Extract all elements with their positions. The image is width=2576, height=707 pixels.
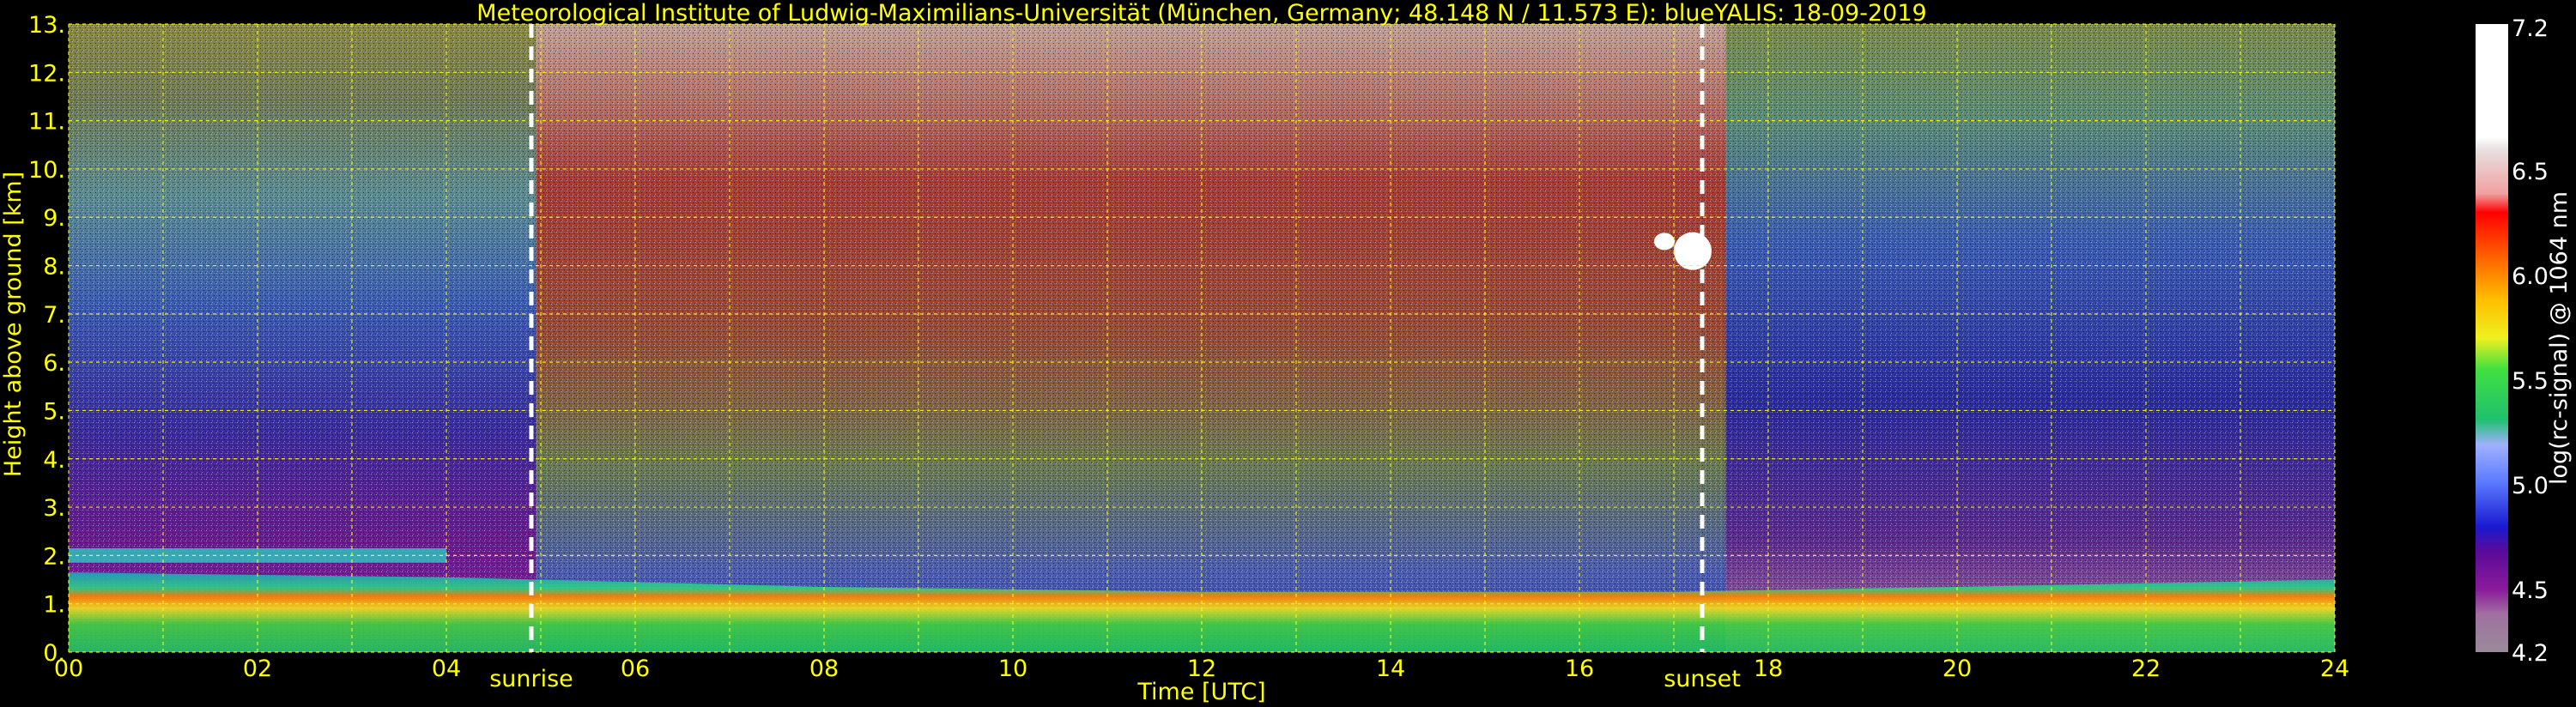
y-tick-label: 3.	[43, 495, 65, 522]
x-tick-label: 06	[621, 656, 650, 682]
colorbar: 4.2 4.5 5.0 5.5 6.0 6.5 7.2 log(rc-signal) @ 1…	[2476, 15, 2573, 667]
x-tick-label: 14	[1376, 656, 1405, 682]
y-tick-label: 10.	[28, 157, 65, 184]
y-tick-label: 1.	[43, 592, 65, 619]
x-tick-label: 16	[1565, 656, 1594, 682]
colorbar-tick-label: 6.0	[2512, 263, 2549, 290]
x-tick-label: 20	[1943, 656, 1972, 682]
y-tick-label: 7.	[43, 302, 65, 329]
y-tick-label: 12.	[28, 60, 65, 87]
sun-marker-label: sunrise	[489, 666, 573, 692]
x-tick-label: 18	[1754, 656, 1783, 682]
y-tick-label: 11.	[28, 109, 65, 136]
y-tick-label: 8.	[43, 254, 65, 281]
cloud-patch	[1674, 232, 1712, 270]
y-tick-label: 4.	[43, 447, 65, 474]
y-tick-label: 9.	[43, 205, 65, 232]
x-tick-label: 04	[432, 656, 461, 682]
x-tick-label: 24	[2320, 656, 2349, 682]
y-tick-label: 13.	[28, 12, 65, 39]
x-axis-label: Time [UTC]	[1136, 679, 1265, 705]
lidar-quicklook-chart: sunrise sunset 00 02 04 06 08 10 12 14 16 18 20 22 24…	[0, 0, 2573, 705]
y-tick-label: 0.	[43, 640, 65, 667]
colorbar-tick-label: 6.5	[2512, 159, 2549, 185]
colorbar-tick-label: 5.5	[2512, 368, 2549, 395]
colorbar-tick-label: 4.5	[2512, 577, 2549, 604]
sun-marker-label: sunset	[1664, 666, 1741, 692]
colorbar-label: log(rc-signal) @ 1064 nm	[2546, 191, 2573, 485]
colorbar-tick-label: 5.0	[2512, 473, 2549, 499]
plot-area	[69, 24, 2335, 652]
colorbar-gradient	[2476, 24, 2508, 652]
y-axis-label: Height above ground [km]	[0, 172, 27, 477]
y-tick-label: 5.	[43, 398, 65, 425]
y-tick-label: 2.	[43, 543, 65, 570]
x-tick-label: 02	[243, 656, 272, 682]
colorbar-tick-label: 4.2	[2512, 640, 2549, 667]
cloud-patch	[1654, 233, 1675, 251]
x-tick-label: 08	[809, 656, 839, 682]
chart-title: Meteorological Institute of Ludwig-Maxim…	[476, 0, 1926, 27]
x-tick-label: 10	[998, 656, 1027, 682]
colorbar-ticks: 4.2 4.5 5.0 5.5 6.0 6.5 7.2	[2512, 15, 2549, 667]
y-tick-label: 6.	[43, 350, 65, 377]
x-tick-label: 22	[2131, 656, 2161, 682]
colorbar-tick-label: 7.2	[2512, 15, 2549, 42]
